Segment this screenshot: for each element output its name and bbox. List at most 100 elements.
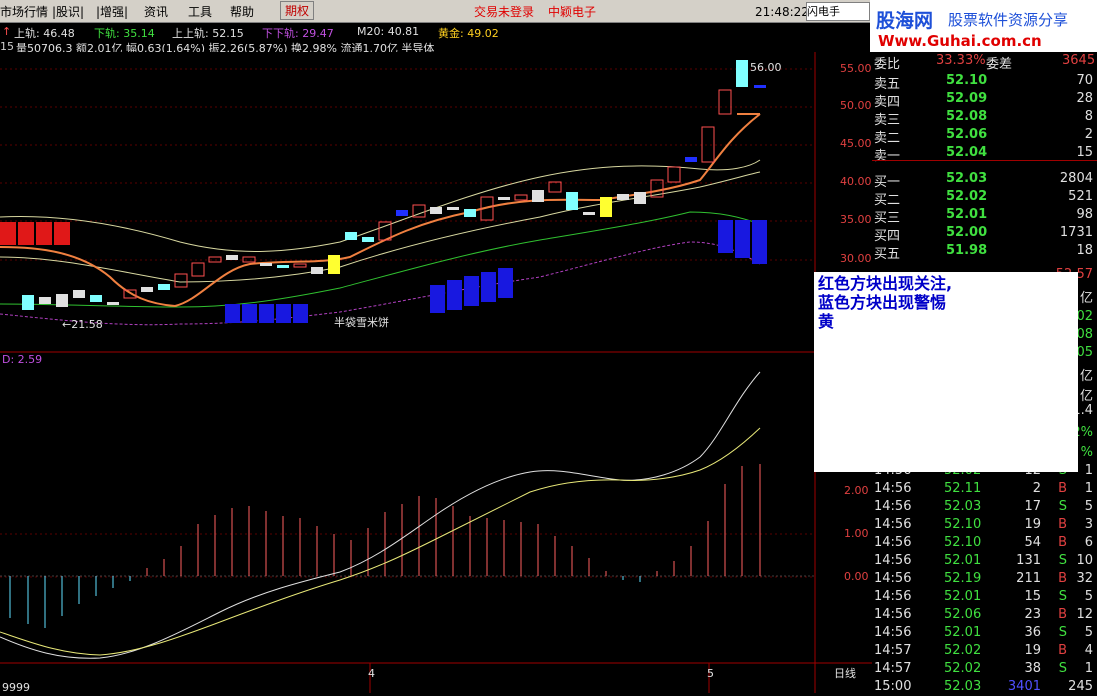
ask-price: 52.06: [946, 127, 988, 142]
upper2-band-value: 上上轨: 52.15: [172, 27, 244, 40]
side-value: %: [1080, 445, 1093, 460]
x-tick-5: 5: [707, 667, 714, 680]
ask-price: 52.04: [946, 145, 988, 160]
trade-row: 14:56 52.10 54 B 6: [872, 534, 1097, 552]
menu-options[interactable]: 期权: [280, 1, 315, 20]
candle: [141, 287, 153, 292]
bid-price: 52.02: [946, 189, 988, 204]
menu-news[interactable]: 资讯: [144, 3, 168, 20]
red-signal-block: [54, 222, 70, 245]
candle: [260, 263, 272, 266]
trade-price: 52.11: [944, 481, 982, 496]
candle: [532, 190, 544, 202]
bid-volume: 2804: [1059, 171, 1093, 186]
bid-price: 52.01: [946, 207, 988, 222]
trade-volume: 17: [1024, 499, 1041, 514]
menu-bar: 市场行情 |股识| |增强| 资讯 工具 帮助 期权 交易未登录 中颖电子 21…: [0, 0, 870, 23]
menu-market[interactable]: 市场行情: [0, 3, 48, 20]
red-signal-block: [18, 222, 34, 245]
menu-guzhi[interactable]: |股识|: [52, 3, 84, 20]
trade-volume: 2: [1032, 481, 1041, 496]
flash-trade-tab[interactable]: 闪电手: [806, 2, 870, 21]
commission-ratio-label: 委比: [874, 57, 901, 72]
trade-price: 52.10: [944, 517, 982, 532]
high-price-label: 56.00: [750, 61, 782, 74]
candle: [22, 295, 34, 310]
ask-volume: 8: [1084, 109, 1093, 124]
trade-side: S: [1058, 589, 1067, 604]
ask-row: 卖三 52.08 8: [872, 108, 1097, 128]
trade-row: 14:56 52.01 131 S 10: [872, 552, 1097, 570]
x-tick-4: 4: [368, 667, 375, 680]
note-line-1: 红色方块出现关注,: [818, 274, 953, 293]
guhai-logo: 股海网 股票软件资源分享 Www.Guhai.com.cn: [870, 0, 1097, 52]
trade-volume: 19: [1024, 517, 1041, 532]
bottom-left-label: 9999: [2, 681, 30, 694]
trade-time: 14:57: [874, 643, 912, 658]
note-line-3: 黄: [818, 312, 835, 331]
trade-price: 52.19: [944, 571, 982, 586]
candle: [328, 255, 340, 274]
ask-row: 卖四 52.09 28: [872, 90, 1097, 110]
candle: [277, 265, 289, 268]
side-value: 亿: [1079, 291, 1093, 306]
logo-slogan: 股票软件资源分享: [948, 11, 1069, 29]
trade-side: B: [1058, 607, 1067, 622]
trade-count: 6: [1084, 535, 1093, 550]
trade-side: B: [1058, 643, 1067, 658]
trade-row: 14:56 52.03 17 S 5: [872, 498, 1097, 516]
trade-count: 3: [1084, 517, 1093, 532]
trade-count: 1: [1084, 661, 1093, 676]
side-value: 08: [1076, 327, 1093, 342]
menu-tools[interactable]: 工具: [188, 3, 212, 20]
menu-help[interactable]: 帮助: [230, 3, 254, 20]
period-label[interactable]: 日线: [834, 665, 856, 681]
ask-label: 卖一: [874, 149, 901, 164]
bid-row: 买二 52.02 521: [872, 188, 1097, 208]
arrow-up-icon: ↑: [2, 25, 12, 38]
low-price-label: ←21.58: [62, 318, 103, 331]
trade-price: 52.03: [944, 679, 982, 694]
ask-volume: 70: [1076, 73, 1093, 88]
trade-row: 14:56 52.10 19 B 3: [872, 516, 1097, 534]
blue-signal-block: [447, 280, 462, 310]
trade-volume: 3401: [1007, 679, 1041, 694]
blue-signal-block: [752, 220, 767, 264]
trade-count: 5: [1084, 625, 1093, 640]
side-value: 亿: [1079, 369, 1093, 384]
trade-row: 14:56 52.01 36 S 5: [872, 624, 1097, 642]
trade-row: 14:56 52.01 15 S 5: [872, 588, 1097, 606]
stock-name: 中颖电子: [548, 5, 597, 19]
candle: [566, 192, 578, 210]
trade-price: 52.01: [944, 589, 982, 604]
price-tick: 35.00: [840, 213, 872, 226]
trade-side: B: [1058, 535, 1067, 550]
bid-volume: 521: [1068, 189, 1093, 204]
menu-enhance[interactable]: |增强|: [96, 3, 128, 20]
trade-time: 14:56: [874, 553, 912, 568]
trade-price: 52.03: [944, 499, 982, 514]
candle: [430, 207, 442, 214]
trade-volume: 19: [1024, 643, 1041, 658]
trade-price: 52.02: [944, 661, 982, 676]
kline-chart: [0, 52, 872, 693]
ask-row: 卖五 52.10 70: [872, 72, 1097, 92]
bid-price: 52.00: [946, 225, 988, 240]
trade-row: 14:56 52.06 23 B 12: [872, 606, 1097, 624]
bid-row: 买五 51.98 18: [872, 242, 1097, 262]
trade-price: 52.06: [944, 607, 982, 622]
candle: [634, 192, 646, 204]
chart-annotation: 半袋雪米饼: [334, 316, 389, 329]
trade-volume: 54: [1024, 535, 1041, 550]
blue-signal-block: [718, 220, 733, 253]
candle: [498, 197, 510, 200]
trade-side: S: [1058, 499, 1067, 514]
candle: [685, 157, 697, 162]
login-status[interactable]: 交易未登录: [474, 3, 534, 20]
candle: [600, 197, 612, 217]
blue-signal-block: [498, 268, 513, 298]
trade-time: 14:56: [874, 589, 912, 604]
blue-signal-block: [481, 272, 496, 302]
bid-row: 买一 52.03 2804: [872, 170, 1097, 190]
trade-time: 14:57: [874, 661, 912, 676]
